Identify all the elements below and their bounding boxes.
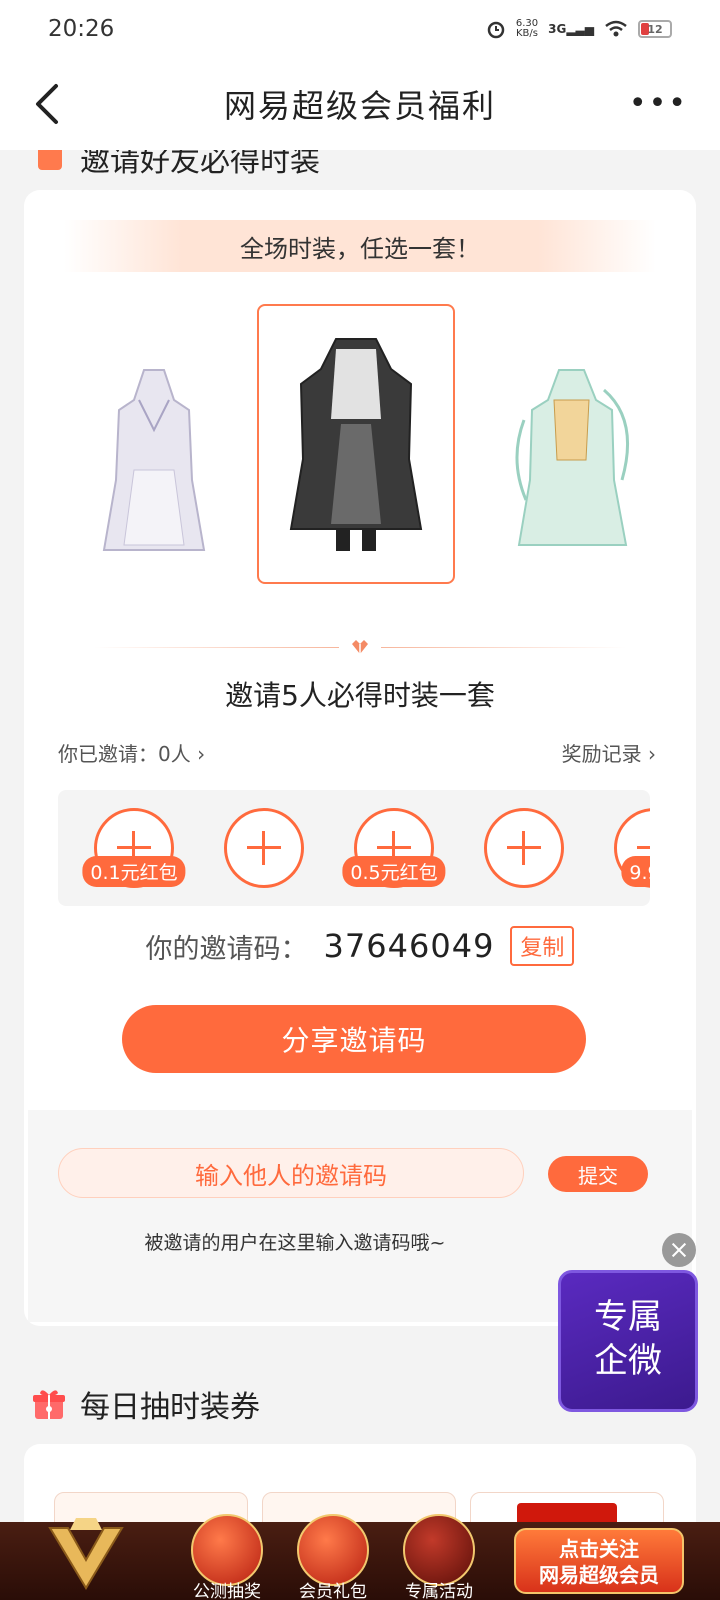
daily-title-text: 每日抽时装券 (80, 1390, 260, 1425)
member-gift-label: 会员礼包 (299, 1582, 367, 1600)
outfit-white-image (102, 369, 206, 551)
divider-line-right (381, 647, 626, 648)
slot-reward-tag: 9.9元 (621, 856, 650, 887)
invite-slots: 0.1元红包 0.5元红包 9.9元 (58, 790, 650, 906)
wifi-icon (605, 20, 627, 37)
gift-box-icon (297, 1514, 369, 1586)
battery-level: 12 (647, 22, 663, 36)
outfit-option-white[interactable] (84, 350, 224, 570)
app-header: 网易超级会员福利 ••• (0, 58, 720, 150)
invite-slot-4[interactable] (484, 808, 564, 888)
more-options-icon[interactable]: ••• (629, 86, 688, 121)
plus-icon (507, 831, 541, 865)
invited-count-link[interactable]: 你已邀请：0人 › (58, 738, 205, 767)
outfit-option-dark[interactable] (257, 304, 455, 584)
exclusive-activity-entry[interactable]: 专属活动 (394, 1514, 484, 1600)
widget-line-2: 企微 (594, 1341, 662, 1381)
member-gift-entry[interactable]: 会员礼包 (288, 1514, 378, 1600)
exclusive-wecom-widget[interactable]: 专属 企微 (558, 1270, 698, 1412)
invite-code-value: 37646049 (323, 927, 495, 965)
invite-goal-title: 邀请5人必得时装一套 (225, 679, 495, 712)
outfit-option-green[interactable] (494, 350, 654, 570)
invite-slot-2[interactable] (224, 808, 304, 888)
lottery-entry[interactable]: 公测抽奖 (182, 1514, 272, 1600)
plus-icon (247, 831, 281, 865)
widget-line-1: 专属 (594, 1297, 662, 1337)
gift-icon (33, 1390, 65, 1419)
net-speed: 6.30 KB/s (516, 19, 538, 39)
follow-line-2: 网易超级会员 (539, 1563, 659, 1587)
follow-line-1: 点击关注 (559, 1537, 639, 1561)
invite-slot-3[interactable]: 0.5元红包 (342, 808, 446, 888)
outfit-banner: 全场时装，任选一套！ (64, 220, 656, 272)
alarm-icon (487, 21, 505, 39)
invite-slot-5[interactable]: 9.9元 (614, 808, 650, 888)
battery-icon: 12 (638, 20, 672, 38)
status-bar: 20:26 6.30 KB/s 3G▂▃▅ 12 (0, 0, 720, 58)
invite-code-row: 你的邀请码： 37646049 复制 (24, 926, 696, 966)
page-title: 网易超级会员福利 (223, 87, 496, 125)
clock: 20:26 (48, 16, 115, 42)
heart-gem-icon (352, 640, 368, 654)
exclusive-activity-label: 专属活动 (405, 1582, 473, 1600)
slot-reward-tag: 0.1元红包 (82, 856, 186, 887)
net-speed-unit: KB/s (515, 28, 538, 39)
bottom-promo-bar: 公测抽奖 会员礼包 专属活动 点击关注 网易超级会员 (0, 1514, 720, 1600)
vip-logo-icon (48, 1518, 124, 1590)
close-float-icon[interactable] (662, 1233, 696, 1267)
back-arrow-icon[interactable] (28, 80, 68, 128)
wheel-icon (191, 1514, 263, 1586)
signal-label: 3G (548, 22, 567, 36)
share-invite-code-button[interactable]: 分享邀请码 (122, 1005, 586, 1073)
lottery-label: 公测抽奖 (193, 1582, 261, 1600)
vip-badge-icon (403, 1514, 475, 1586)
follow-button[interactable]: 点击关注 网易超级会员 (514, 1528, 684, 1594)
divider (94, 638, 626, 658)
copy-button[interactable]: 复制 (510, 926, 575, 966)
slot-reward-tag: 0.5元红包 (342, 856, 446, 887)
invite-code-input[interactable]: 输入他人的邀请码 (58, 1148, 524, 1198)
status-icons: 6.30 KB/s 3G▂▃▅ 12 (486, 19, 672, 39)
signal-icon: 3G▂▃▅ (548, 22, 594, 36)
submit-button[interactable]: 提交 (548, 1156, 648, 1192)
section-title-daily: 每日抽时装券 (32, 1382, 260, 1426)
outfit-green-image (515, 369, 629, 546)
invite-code-label: 你的邀请码： (145, 933, 308, 965)
outfit-dark-image (289, 338, 423, 551)
divider-line-left (94, 647, 339, 648)
invite-card: 全场时装，任选一套！ 邀请5人必得时装一套 你已邀请：0人 › 奖励记录 › 0… (24, 190, 696, 1326)
enter-code-hint: 被邀请的用户在这里输入邀请码哦~ (144, 1232, 446, 1254)
invite-slot-1[interactable]: 0.1元红包 (82, 808, 186, 888)
reward-records-link[interactable]: 奖励记录 › (562, 738, 656, 767)
